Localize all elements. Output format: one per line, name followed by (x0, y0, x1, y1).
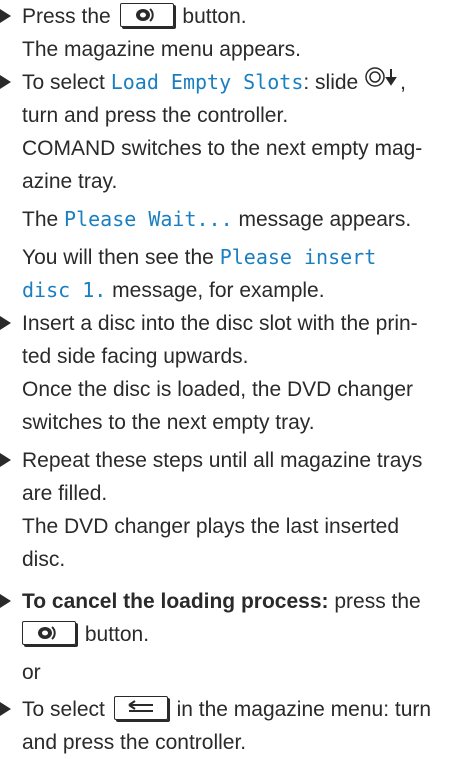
result-text: Once the disc is loaded, the DVD changer (22, 378, 414, 401)
step-text: Repeat these steps until all magazine tr… (22, 449, 423, 472)
step-text: ted side facing upwards. (22, 345, 249, 368)
step-text: button. (22, 618, 149, 651)
bullet-icon (0, 316, 11, 330)
or-separator: or (22, 661, 41, 684)
bullet-icon (0, 9, 11, 23)
step-text: button. (182, 5, 247, 28)
disc-button-icon (119, 3, 174, 28)
step-select-back: To select in the magazine menu: turn (22, 696, 432, 721)
back-arrow-button-icon (113, 696, 168, 721)
step-cancel-loading: To cancel the loading process: press the (22, 590, 421, 613)
result-text: The magazine menu appears. (22, 38, 301, 61)
step-select-load-empty-slots: To select Load Empty Slots: slide , (22, 66, 406, 100)
step-text: Press the (22, 5, 111, 28)
message-highlight: Please Wait... (64, 207, 233, 231)
disc-button-icon (22, 621, 76, 646)
result-text: disc 1. message, for example. (22, 278, 325, 302)
result-text: azine tray. (22, 170, 118, 193)
bullet-icon (0, 453, 11, 467)
bullet-icon (0, 75, 11, 89)
result-text: The DVD changer plays the last inserted (22, 515, 400, 538)
result-text: disc. (22, 548, 66, 571)
step-text: are filled. (22, 482, 108, 505)
result-text: switches to the next empty tray. (22, 411, 315, 434)
controller-slide-down-icon (364, 65, 400, 98)
menu-item-highlight: Load Empty Slots (110, 70, 304, 94)
step-press-button: Press the button. (22, 0, 247, 33)
message-highlight: disc 1. (22, 278, 107, 302)
bullet-icon (0, 594, 11, 608)
result-text: You will then see the Please insert (22, 245, 377, 269)
result-text: COMAND switches to the next empty mag- (22, 137, 423, 160)
result-text: The Please Wait... message appears. (22, 207, 412, 231)
bullet-icon (0, 702, 11, 716)
step-text: Insert a disc into the disc slot with th… (22, 312, 418, 335)
message-highlight: Please insert (219, 245, 377, 269)
